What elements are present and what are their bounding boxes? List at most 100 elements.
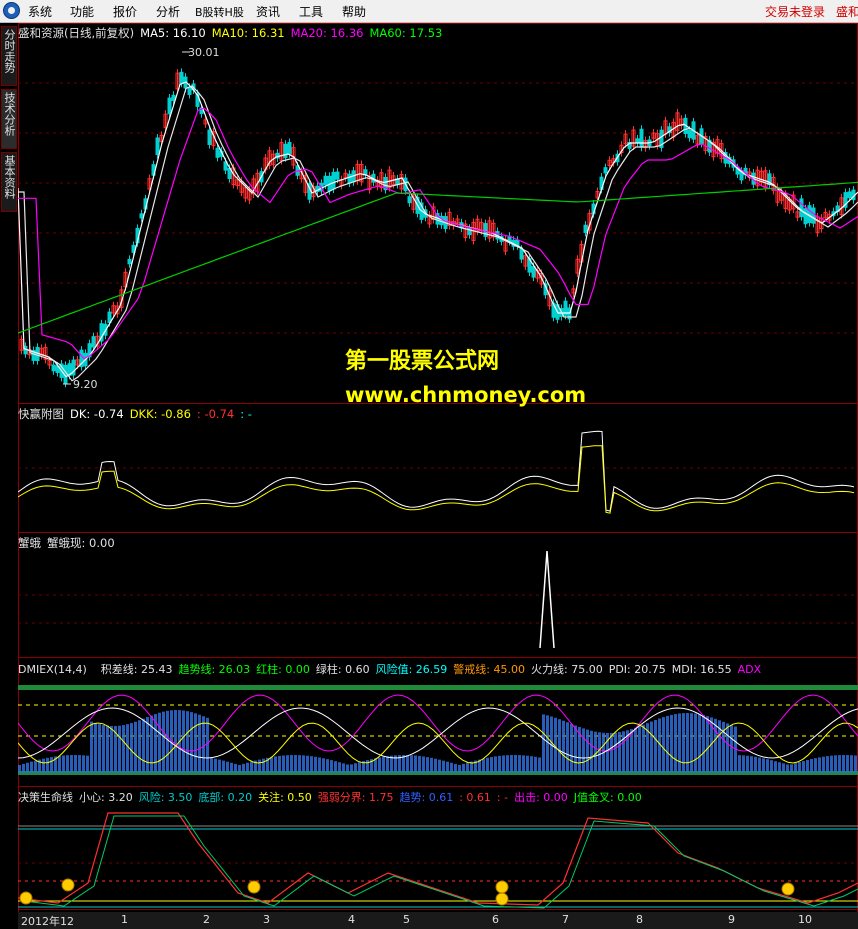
ky-bar	[154, 494, 157, 502]
dmi-bar	[658, 718, 661, 773]
candle-body	[207, 129, 212, 145]
dmi-bar	[218, 759, 221, 773]
pdi-label: PDI: 20.75	[608, 663, 666, 676]
lvzhu-label: 绿柱: 0.60	[315, 663, 370, 676]
dmi-bar	[214, 758, 217, 773]
menu-b-to-h[interactable]: B股转H股	[195, 4, 244, 20]
xiaoxin-label: 小心: 3.20	[79, 791, 133, 804]
dmi-bar	[514, 755, 517, 773]
tab-fundamentals[interactable]: 基本资料	[1, 152, 17, 212]
candle-body	[799, 198, 804, 218]
ky-bar	[206, 494, 209, 500]
dmi-bar	[234, 763, 237, 773]
ky-bar	[558, 486, 561, 494]
dmi-bar	[18, 765, 21, 773]
watermark-url: www.chnmoney.com	[345, 383, 587, 407]
dmi-bar	[346, 764, 349, 773]
ky-bar	[394, 494, 397, 501]
dmi-bar	[194, 713, 197, 773]
dmi-bar	[350, 764, 353, 773]
candle-body	[583, 224, 588, 233]
signal-coin-icon	[495, 880, 509, 894]
dmi-bar	[22, 763, 25, 773]
ky-bar	[82, 487, 85, 494]
candle-body	[331, 171, 336, 190]
dmi-bar	[206, 717, 209, 773]
dmi-bar	[158, 712, 161, 773]
dmi-bar	[786, 764, 789, 773]
dmi-bar	[162, 711, 165, 773]
ky-bar	[218, 494, 221, 502]
ky-bar	[86, 487, 89, 494]
dmi-bar	[230, 762, 233, 773]
ky-bar	[94, 486, 97, 494]
ky-bar	[66, 486, 69, 494]
dkk-label: DKK: -0.86	[129, 407, 191, 421]
dmi-bar	[798, 762, 801, 773]
ky-bar	[222, 494, 225, 502]
dmi-bar	[810, 759, 813, 773]
huoli-label: 火力线: 75.00	[531, 663, 603, 676]
menu-help[interactable]: 帮助	[342, 3, 366, 20]
dmi-bar	[102, 724, 105, 773]
dmi-bar	[270, 757, 273, 773]
dmi-bar	[758, 757, 761, 773]
x-label-7: 7	[562, 913, 569, 926]
dmi-bar	[818, 757, 821, 773]
juece-title: 决策生命线	[18, 791, 73, 804]
candle-body	[215, 147, 220, 158]
ky-bar	[662, 494, 665, 507]
tab-technical[interactable]: 技术分析	[1, 89, 17, 149]
candle-body	[687, 129, 692, 139]
ky-bar	[430, 494, 433, 503]
ky-bar	[642, 494, 645, 504]
login-status[interactable]: 交易未登录	[765, 3, 825, 20]
juece-panel-drawing	[18, 812, 858, 909]
menu-tools[interactable]: 工具	[299, 3, 323, 20]
ma60-label: MA60: 17.53	[369, 26, 443, 40]
ky-bar	[606, 494, 609, 508]
dmi-bar	[750, 756, 753, 773]
dmi-bar	[618, 732, 621, 773]
dmi-bar	[382, 756, 385, 773]
ky-bar	[654, 494, 657, 507]
menu-analysis[interactable]: 分析	[156, 3, 180, 20]
dmi-bar	[78, 755, 81, 773]
menu-function[interactable]: 功能	[70, 3, 94, 20]
dmi-bar	[590, 730, 593, 773]
candle-body	[283, 143, 288, 159]
dmi-bar	[586, 729, 589, 773]
ky-bar	[102, 471, 105, 494]
jingjie-label: 警戒线: 45.00	[453, 663, 525, 676]
ky-bar	[618, 491, 621, 494]
chart-area[interactable]: 30.01 9.20 盛和资源(日线,前复权) MA5: 16.10 MA10: 1…	[18, 23, 858, 929]
crab-spike	[539, 550, 555, 649]
dmi-bar	[802, 761, 805, 773]
qushi-label: 趋势线: 26.03	[178, 663, 251, 676]
dmi-bar	[118, 725, 121, 773]
tab-intraday[interactable]: 分时走势	[1, 26, 17, 86]
ky-extra1: : -0.74	[196, 407, 235, 421]
ky-bar	[226, 494, 229, 503]
menu-system[interactable]: 系统	[28, 3, 52, 20]
ky-bar	[358, 485, 361, 494]
menu-news[interactable]: 资讯	[256, 3, 280, 20]
ky-bar	[378, 492, 381, 494]
ky-bar	[230, 494, 233, 503]
menu-quote[interactable]: 报价	[113, 3, 137, 20]
jzhi-label: J值金叉: 0.00	[573, 791, 642, 804]
kuaiying-title: 快赢附图	[18, 407, 64, 421]
juece-header: 决策生命线 小心: 3.20 风险: 3.50 底部: 0.20 关注: 0.50 强弱分…	[18, 789, 648, 805]
dmi-bar	[34, 760, 37, 773]
chuji-label: 出击: 0.00	[514, 791, 568, 804]
ma5-line	[18, 81, 858, 378]
ky-bar	[414, 494, 417, 506]
account-fragment[interactable]: 盛和	[836, 3, 858, 20]
jc-trend-line	[18, 812, 858, 906]
dmi-bar	[462, 763, 465, 773]
candle-body	[171, 94, 176, 101]
x-label-4: 4	[348, 913, 355, 926]
dmi-bar	[770, 760, 773, 773]
dmi-bar	[782, 763, 785, 773]
dmi-bar	[610, 732, 613, 773]
